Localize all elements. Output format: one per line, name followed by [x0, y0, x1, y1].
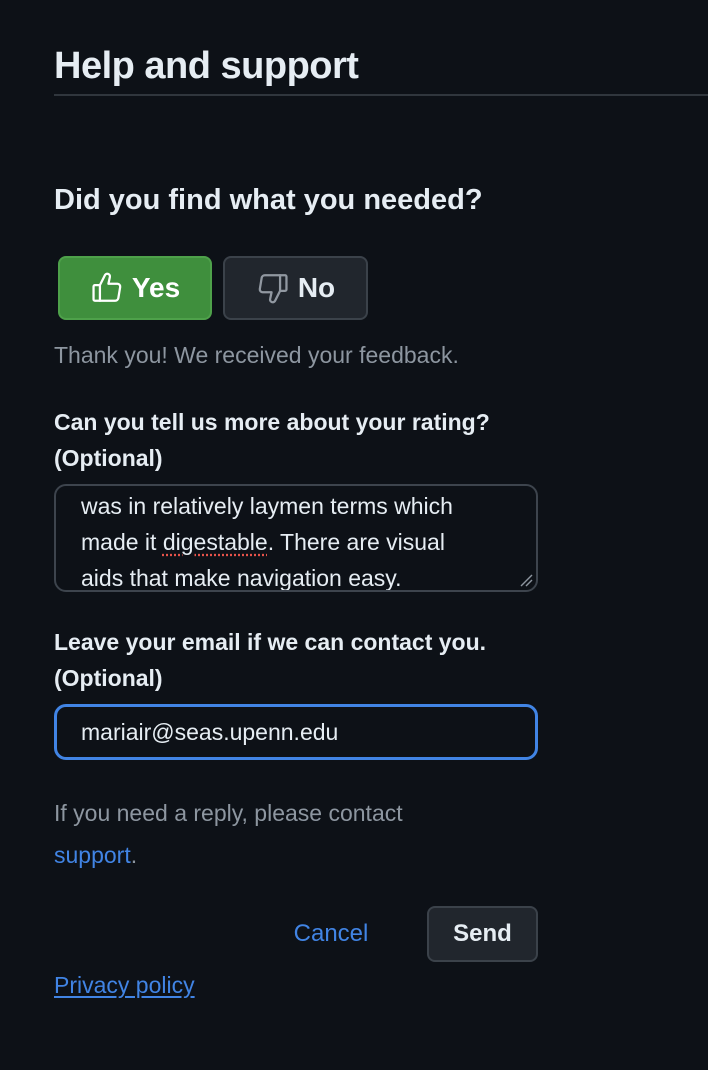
- rating-text-line-3: aids that make navigation easy.: [81, 565, 402, 591]
- email-optional: (Optional): [54, 665, 163, 691]
- yes-button-label: Yes: [131, 272, 181, 303]
- no-button[interactable]: No: [223, 256, 368, 320]
- rating-details-optional: (Optional): [54, 445, 163, 471]
- resize-handle-icon[interactable]: [519, 573, 533, 587]
- page-title: Help and support: [54, 45, 359, 87]
- reply-help-prefix: If you need a reply, please contact: [54, 800, 403, 826]
- privacy-policy-link[interactable]: Privacy policy: [54, 966, 195, 1004]
- rating-details-label-text: Can you tell us more about your rating?: [54, 409, 490, 435]
- title-divider: [54, 94, 708, 96]
- yes-button[interactable]: Yes: [58, 256, 212, 320]
- feedback-confirmation: Thank you! We received your feedback.: [54, 342, 459, 368]
- rating-text-line-2-start: made it: [81, 529, 163, 555]
- rating-details-text: was in relatively laymen terms which mad…: [81, 488, 521, 591]
- email-label: Leave your email if we can contact you. …: [54, 624, 574, 696]
- rating-details-label: Can you tell us more about your rating? …: [54, 404, 574, 476]
- email-field[interactable]: mariair@seas.upenn.edu: [54, 704, 538, 760]
- support-link[interactable]: support: [54, 842, 131, 868]
- thumbs-down-icon: [256, 271, 290, 305]
- cancel-button[interactable]: Cancel: [280, 906, 382, 962]
- misspelled-word: digestable: [162, 529, 268, 555]
- rating-details-textarea[interactable]: was in relatively laymen terms which mad…: [54, 484, 538, 592]
- help-support-panel: Help and support Did you find what you n…: [0, 0, 708, 1070]
- thumbs-up-icon: [90, 271, 124, 305]
- reply-help-suffix: .: [130, 842, 138, 868]
- feedback-question: Did you find what you needed?: [54, 184, 483, 216]
- email-label-text: Leave your email if we can contact you.: [54, 629, 487, 655]
- send-button[interactable]: Send: [427, 906, 538, 962]
- rating-text-line-2-end: . There are visual: [267, 529, 445, 555]
- reply-help-text: If you need a reply, please contact supp…: [54, 792, 514, 876]
- no-button-label: No: [297, 272, 336, 303]
- rating-text-line-1: was in relatively laymen terms which: [81, 493, 453, 519]
